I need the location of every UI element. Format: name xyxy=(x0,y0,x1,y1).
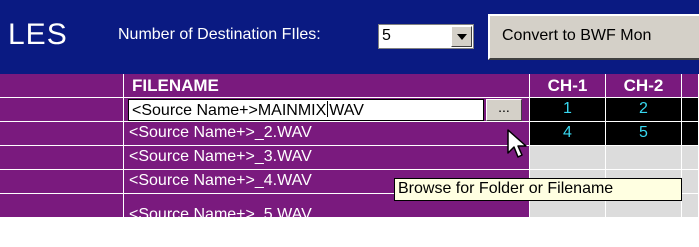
row-header-cell[interactable] xyxy=(0,122,124,146)
filename-edit-input[interactable]: <Source Name+>MAINMIX WAV xyxy=(128,99,484,121)
num-destination-files-value: 5 xyxy=(382,27,391,44)
ch3-cell[interactable] xyxy=(682,170,699,194)
filename-edit-text: <Source Name+>MAINMIX xyxy=(132,102,327,119)
browse-button[interactable]: ... xyxy=(486,99,522,121)
filename-cell[interactable]: <Source Name+>_2.WAV xyxy=(124,122,530,146)
column-header-filename[interactable]: FILENAME xyxy=(124,74,530,98)
chevron-down-icon[interactable] xyxy=(451,26,472,47)
destination-files-grid: FILENAME CH-1 CH-2 <Source Name+>MAINMIX… xyxy=(0,74,699,247)
ch3-cell[interactable] xyxy=(682,146,699,170)
app-title: LES xyxy=(8,18,68,51)
column-header-ch1[interactable]: CH-1 xyxy=(530,74,606,98)
table-row: <Source Name+>MAINMIX WAV ... 1 2 xyxy=(0,98,699,122)
filename-edit-text-after-caret: WAV xyxy=(329,102,364,119)
ch1-cell[interactable]: 4 xyxy=(530,122,606,146)
ch3-cell[interactable] xyxy=(682,98,699,122)
column-header-ch3[interactable] xyxy=(682,74,699,98)
row-header-cell[interactable] xyxy=(0,194,124,218)
ch1-cell[interactable]: 1 xyxy=(530,98,606,122)
browse-tooltip: Browse for Folder or Filename xyxy=(394,178,682,201)
row-header-cell[interactable] xyxy=(0,170,124,194)
mouse-pointer-icon xyxy=(507,129,527,158)
convert-to-bwf-button[interactable]: Convert to BWF Mon xyxy=(488,14,699,60)
column-header-ch2[interactable]: CH-2 xyxy=(606,74,682,98)
num-destination-files-select[interactable]: 5 xyxy=(378,24,474,49)
ch3-cell[interactable] xyxy=(682,122,699,146)
table-row: <Source Name+>_2.WAV 4 5 xyxy=(0,122,699,146)
ch2-cell[interactable]: 2 xyxy=(606,98,682,122)
ch3-cell[interactable] xyxy=(682,194,699,218)
ch1-cell[interactable] xyxy=(530,146,606,170)
row-header-cell xyxy=(0,74,124,98)
grid-header-row: FILENAME CH-1 CH-2 xyxy=(0,74,699,98)
num-destination-files-label: Number of Destination FIles: xyxy=(118,26,321,43)
ch2-cell[interactable] xyxy=(606,146,682,170)
row-header-cell[interactable] xyxy=(0,98,124,122)
top-toolbar: LES Number of Destination FIles: 5 Conve… xyxy=(0,0,699,80)
row-header-cell[interactable] xyxy=(0,146,124,170)
table-row: <Source Name+>_3.WAV xyxy=(0,146,699,170)
filename-cell[interactable]: <Source Name+>_3.WAV xyxy=(124,146,530,170)
ch2-cell[interactable]: 5 xyxy=(606,122,682,146)
